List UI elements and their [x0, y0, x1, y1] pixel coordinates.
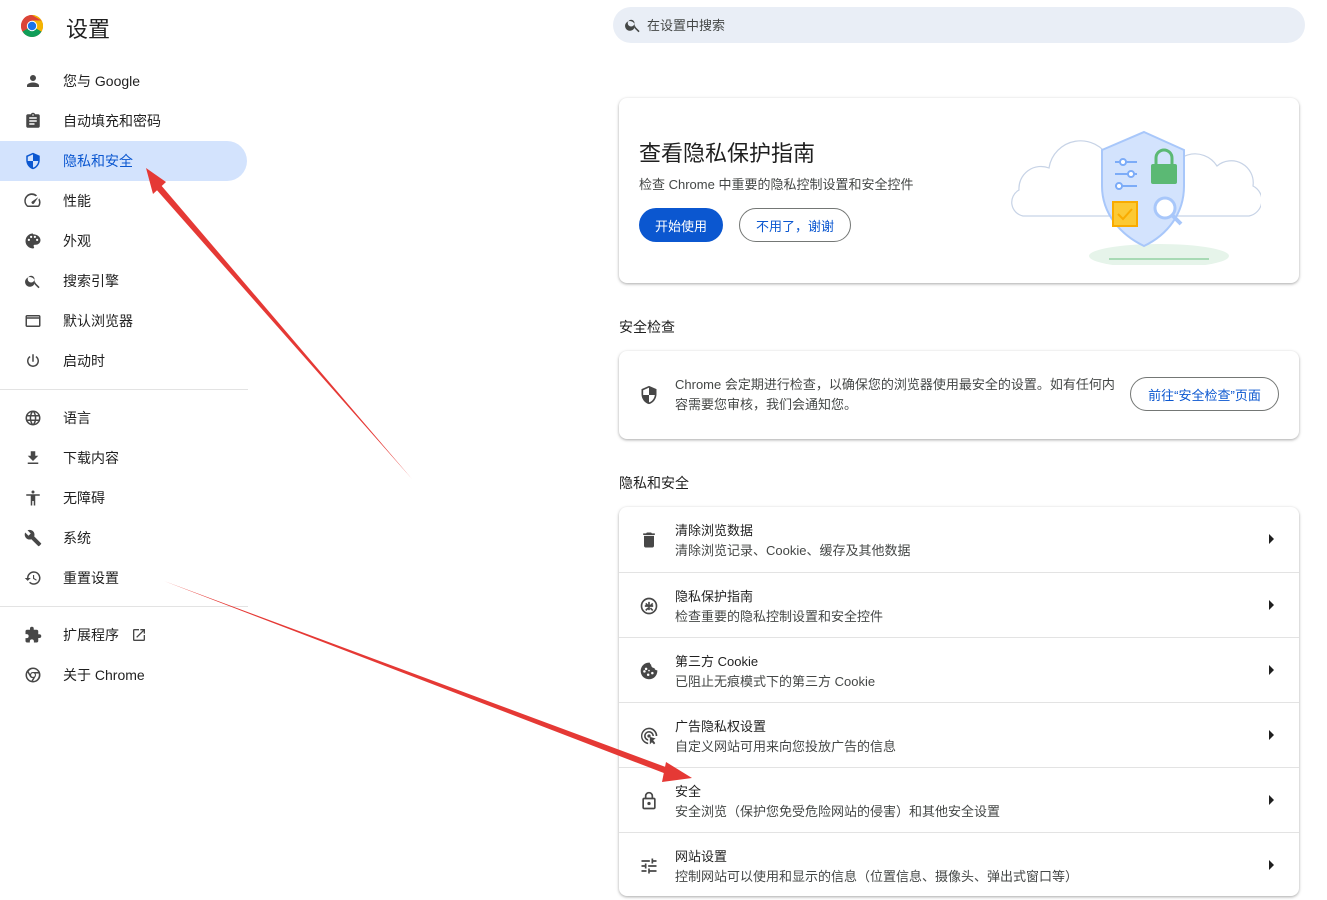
- sidebar-item-label: 自动填充和密码: [63, 113, 161, 129]
- page-title: 设置: [66, 17, 111, 42]
- sidebar-item-label: 重置设置: [63, 570, 119, 586]
- compass-icon: [638, 595, 660, 617]
- row-title: 第三方 Cookie: [675, 654, 759, 669]
- sidebar-item-performance[interactable]: 性能: [0, 181, 247, 221]
- sidebar-item-you-and-google[interactable]: 您与 Google: [0, 61, 247, 101]
- sidebar-item-label: 您与 Google: [63, 73, 141, 89]
- sidebar-item-reset-settings[interactable]: 重置设置: [0, 558, 247, 598]
- row-security[interactable]: 安全 安全浏览（保护您免受危险网站的侵害）和其他安全设置: [619, 767, 1299, 832]
- promo-description: 检查 Chrome 中重要的隐私控制设置和安全控件: [639, 177, 914, 192]
- start-button[interactable]: 开始使用: [639, 208, 723, 242]
- accessibility-icon: [23, 488, 43, 508]
- row-third-party-cookies[interactable]: 第三方 Cookie 已阻止无痕模式下的第三方 Cookie: [619, 637, 1299, 702]
- row-title: 清除浏览数据: [675, 523, 754, 538]
- privacy-section-title: 隐私和安全: [619, 475, 689, 491]
- row-subtitle: 控制网站可以使用和显示的信息（位置信息、摄像头、弹出式窗口等）: [675, 869, 1079, 884]
- row-clear-browsing-data[interactable]: 清除浏览数据 清除浏览记录、Cookie、缓存及其他数据: [619, 507, 1299, 572]
- arrow-right-icon: [1269, 795, 1274, 805]
- shield-icon: [641, 385, 657, 405]
- row-subtitle: 安全浏览（保护您免受危险网站的侵害）和其他安全设置: [675, 804, 1001, 819]
- sidebar-divider: [0, 606, 248, 607]
- safety-check-section-title: 安全检查: [619, 319, 675, 335]
- sidebar-item-label: 关于 Chrome: [63, 667, 145, 683]
- row-subtitle: 自定义网站可用来向您投放广告的信息: [675, 739, 897, 754]
- search-icon: [625, 19, 640, 33]
- arrow-right-icon: [1269, 665, 1274, 675]
- sidebar-item-extensions[interactable]: 扩展程序: [0, 615, 247, 655]
- sidebar-item-appearance[interactable]: 外观: [0, 221, 247, 261]
- cookie-icon: [638, 660, 660, 682]
- browser-window-icon: [23, 311, 43, 331]
- search-bar[interactable]: [613, 7, 1305, 43]
- chrome-logo-icon: [21, 15, 43, 37]
- sidebar-divider: [0, 389, 248, 390]
- wrench-icon: [23, 528, 43, 548]
- row-subtitle: 已阻止无痕模式下的第三方 Cookie: [675, 674, 876, 689]
- trash-icon: [638, 529, 660, 551]
- row-ad-privacy[interactable]: 广告隐私权设置 自定义网站可用来向您投放广告的信息: [619, 702, 1299, 767]
- sidebar-item-about-chrome[interactable]: 关于 Chrome: [0, 655, 247, 695]
- palette-icon: [23, 231, 43, 251]
- arrow-right-icon: [1269, 534, 1274, 544]
- sidebar: 您与 Google 自动填充和密码 隐私和安全 性能 外观 搜索引擎 默认浏览器…: [0, 61, 250, 695]
- sidebar-item-system[interactable]: 系统: [0, 518, 247, 558]
- arrow-right-icon: [1269, 600, 1274, 610]
- sidebar-item-downloads[interactable]: 下载内容: [0, 438, 247, 478]
- sidebar-item-on-startup[interactable]: 启动时: [0, 341, 247, 381]
- sidebar-item-label: 无障碍: [63, 490, 105, 506]
- arrow-right-icon: [1269, 860, 1274, 870]
- row-title: 广告隐私权设置: [675, 719, 767, 734]
- sidebar-item-label: 默认浏览器: [63, 313, 133, 329]
- download-icon: [23, 448, 43, 468]
- privacy-guide-illustration: [1011, 130, 1261, 265]
- privacy-guide-promo-card: 查看隐私保护指南 检查 Chrome 中重要的隐私控制设置和安全控件 开始使用 …: [619, 98, 1299, 283]
- row-title: 安全: [675, 784, 702, 799]
- sidebar-item-privacy-security[interactable]: 隐私和安全: [0, 141, 247, 181]
- search-icon: [23, 271, 43, 291]
- globe-icon: [23, 408, 43, 428]
- power-icon: [23, 351, 43, 371]
- history-icon: [23, 568, 43, 588]
- puzzle-icon: [23, 625, 43, 645]
- privacy-settings-card: 清除浏览数据 清除浏览记录、Cookie、缓存及其他数据 隐私保护指南 检查重要…: [619, 507, 1299, 896]
- sidebar-item-label: 隐私和安全: [63, 153, 133, 169]
- chrome-icon: [23, 665, 43, 685]
- sidebar-item-label: 搜索引擎: [63, 273, 119, 289]
- sidebar-item-default-browser[interactable]: 默认浏览器: [0, 301, 247, 341]
- sidebar-item-autofill[interactable]: 自动填充和密码: [0, 101, 247, 141]
- row-site-settings[interactable]: 网站设置 控制网站可以使用和显示的信息（位置信息、摄像头、弹出式窗口等）: [619, 832, 1299, 897]
- sidebar-item-label: 性能: [63, 193, 91, 209]
- sidebar-item-label: 系统: [63, 530, 91, 546]
- row-subtitle: 清除浏览记录、Cookie、缓存及其他数据: [675, 543, 911, 558]
- ad-privacy-icon: [638, 725, 660, 747]
- row-privacy-guide[interactable]: 隐私保护指南 检查重要的隐私控制设置和安全控件: [619, 572, 1299, 637]
- go-to-safety-check-button[interactable]: 前往“安全检查”页面: [1130, 377, 1279, 411]
- sidebar-item-label: 外观: [63, 233, 91, 249]
- sidebar-item-label: 语言: [63, 410, 91, 426]
- sidebar-item-label: 下载内容: [63, 450, 119, 466]
- clipboard-icon: [23, 111, 43, 131]
- shield-icon: [23, 151, 43, 171]
- search-input[interactable]: [647, 7, 1287, 43]
- speedometer-icon: [23, 191, 43, 211]
- lock-icon: [638, 790, 660, 812]
- row-subtitle: 检查重要的隐私控制设置和安全控件: [675, 609, 884, 624]
- open-in-new-icon: [133, 629, 145, 641]
- safety-check-card: Chrome 会定期进行检查，以确保您的浏览器使用最安全的设置。如有任何内容需要…: [619, 351, 1299, 439]
- row-title: 网站设置: [675, 849, 728, 864]
- safety-check-description: Chrome 会定期进行检查，以确保您的浏览器使用最安全的设置。如有任何内容需要…: [675, 377, 1115, 412]
- sidebar-item-search-engine[interactable]: 搜索引擎: [0, 261, 247, 301]
- sidebar-item-accessibility[interactable]: 无障碍: [0, 478, 247, 518]
- sidebar-item-label: 扩展程序: [63, 627, 119, 643]
- arrow-right-icon: [1269, 730, 1274, 740]
- sidebar-item-label: 启动时: [63, 353, 105, 369]
- row-title: 隐私保护指南: [675, 589, 754, 604]
- promo-title: 查看隐私保护指南: [639, 141, 816, 166]
- sidebar-item-languages[interactable]: 语言: [0, 398, 247, 438]
- sliders-icon: [638, 855, 660, 877]
- person-icon: [23, 71, 43, 91]
- dismiss-button[interactable]: 不用了，谢谢: [739, 208, 851, 242]
